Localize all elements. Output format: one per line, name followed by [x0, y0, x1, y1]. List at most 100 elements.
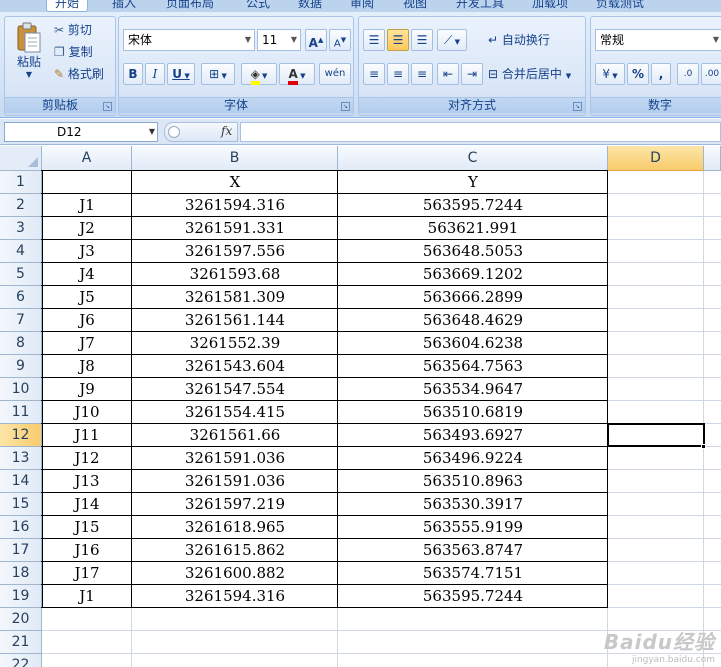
- align-middle-button[interactable]: ☰: [387, 29, 409, 51]
- cell-a13[interactable]: J12: [42, 447, 132, 470]
- cell-b3[interactable]: 3261591.331: [132, 217, 338, 240]
- row-header-5[interactable]: 5: [0, 263, 42, 286]
- format-painter-button[interactable]: ✎ 格式刷: [53, 63, 115, 83]
- borders-button[interactable]: ⊞ ▼: [201, 63, 235, 85]
- row-header-2[interactable]: 2: [0, 194, 42, 217]
- cell-a7[interactable]: J6: [42, 309, 132, 332]
- fill-color-button[interactable]: ◈ ▼: [241, 63, 277, 85]
- row-header-13[interactable]: 13: [0, 447, 42, 470]
- cell-c12[interactable]: 563493.6927: [338, 424, 608, 447]
- cell-a14[interactable]: J13: [42, 470, 132, 493]
- align-top-button[interactable]: ☰: [363, 29, 385, 51]
- row-header-1[interactable]: 1: [0, 171, 42, 194]
- cell-c15[interactable]: 563530.3917: [338, 493, 608, 516]
- cell-a2[interactable]: J1: [42, 194, 132, 217]
- cell-c14[interactable]: 563510.8963: [338, 470, 608, 493]
- align-bottom-button[interactable]: ☰: [411, 29, 433, 51]
- tab-insert[interactable]: 插入: [112, 0, 136, 12]
- shrink-font-button[interactable]: A▼: [329, 29, 351, 51]
- cell-c19[interactable]: 563595.7244: [338, 585, 608, 608]
- row-header-22[interactable]: 22: [0, 654, 42, 667]
- underline-button[interactable]: U ▼: [167, 63, 195, 85]
- cell-a11[interactable]: J10: [42, 401, 132, 424]
- row-header-19[interactable]: 19: [0, 585, 42, 608]
- copy-button[interactable]: ❐ 复制: [53, 41, 113, 61]
- cell-b19[interactable]: 3261594.316: [132, 585, 338, 608]
- row-header-4[interactable]: 4: [0, 240, 42, 263]
- orientation-button[interactable]: ⟋ ▼: [437, 29, 467, 51]
- increase-decimal-button[interactable]: .0: [677, 63, 699, 85]
- row-header-17[interactable]: 17: [0, 539, 42, 562]
- cut-button[interactable]: ✂ 剪切: [53, 19, 113, 39]
- tab-view[interactable]: 视图: [403, 0, 427, 12]
- phonetic-guide-button[interactable]: wén: [319, 63, 351, 85]
- cell-c17[interactable]: 563563.8747: [338, 539, 608, 562]
- cell-c8[interactable]: 563604.6238: [338, 332, 608, 355]
- cell-c3[interactable]: 563621.991: [338, 217, 608, 240]
- clipboard-dialog-launcher-icon[interactable]: ↘: [103, 102, 112, 111]
- cell-c13[interactable]: 563496.9224: [338, 447, 608, 470]
- cell-b10[interactable]: 3261547.554: [132, 378, 338, 401]
- cell-c4[interactable]: 563648.5053: [338, 240, 608, 263]
- cell-a8[interactable]: J7: [42, 332, 132, 355]
- cell-b5[interactable]: 3261593.68: [132, 263, 338, 286]
- cell-a18[interactable]: J17: [42, 562, 132, 585]
- accounting-format-button[interactable]: ¥ ▼: [595, 63, 625, 85]
- row-header-3[interactable]: 3: [0, 217, 42, 240]
- row-header-10[interactable]: 10: [0, 378, 42, 401]
- insert-function-icon[interactable]: fx: [221, 124, 232, 138]
- row-header-18[interactable]: 18: [0, 562, 42, 585]
- tab-formulas[interactable]: 公式: [246, 0, 270, 12]
- cell-b11[interactable]: 3261554.415: [132, 401, 338, 424]
- row-header-14[interactable]: 14: [0, 470, 42, 493]
- cell-c5[interactable]: 563669.1202: [338, 263, 608, 286]
- tab-load-test[interactable]: 负载测试: [596, 0, 644, 12]
- cell-a17[interactable]: J16: [42, 539, 132, 562]
- cell-c16[interactable]: 563555.9199: [338, 516, 608, 539]
- decrease-decimal-button[interactable]: .00: [701, 63, 721, 85]
- cell-b7[interactable]: 3261561.144: [132, 309, 338, 332]
- column-header-b[interactable]: B: [132, 146, 338, 171]
- tab-developer[interactable]: 开发工具: [456, 0, 504, 12]
- cell-a4[interactable]: J3: [42, 240, 132, 263]
- cell-c6[interactable]: 563666.2899: [338, 286, 608, 309]
- align-center-button[interactable]: ≡: [387, 63, 409, 85]
- align-right-button[interactable]: ≡: [411, 63, 433, 85]
- tab-addins[interactable]: 加载项: [532, 0, 568, 12]
- cell-a6[interactable]: J5: [42, 286, 132, 309]
- font-size-combo[interactable]: 11 ▼: [257, 29, 301, 51]
- row-header-16[interactable]: 16: [0, 516, 42, 539]
- formula-input[interactable]: [240, 122, 721, 142]
- merge-center-button[interactable]: ⊟ 合并后居中 ▼: [487, 63, 585, 85]
- row-header-6[interactable]: 6: [0, 286, 42, 309]
- cell-b12[interactable]: 3261561.66: [132, 424, 338, 447]
- comma-style-button[interactable]: ,: [651, 63, 671, 85]
- column-header-d[interactable]: D: [608, 146, 704, 171]
- cell-b15[interactable]: 3261597.219: [132, 493, 338, 516]
- cell-b1[interactable]: X: [132, 171, 338, 194]
- font-color-button[interactable]: A ▼: [279, 63, 315, 85]
- cell-b8[interactable]: 3261552.39: [132, 332, 338, 355]
- name-box[interactable]: D12 ▼: [4, 122, 158, 142]
- cell-a5[interactable]: J4: [42, 263, 132, 286]
- cell-a15[interactable]: J14: [42, 493, 132, 516]
- paste-button[interactable]: 粘贴 ▼: [9, 19, 49, 93]
- italic-button[interactable]: I: [145, 63, 165, 85]
- cell-b17[interactable]: 3261615.862: [132, 539, 338, 562]
- cell-a12[interactable]: J11: [42, 424, 132, 447]
- cell-b13[interactable]: 3261591.036: [132, 447, 338, 470]
- cell-c9[interactable]: 563564.7563: [338, 355, 608, 378]
- cell-b9[interactable]: 3261543.604: [132, 355, 338, 378]
- cell-c11[interactable]: 563510.6819: [338, 401, 608, 424]
- increase-indent-button[interactable]: ⇥: [461, 63, 483, 85]
- row-header-11[interactable]: 11: [0, 401, 42, 424]
- cell-a3[interactable]: J2: [42, 217, 132, 240]
- cell-b2[interactable]: 3261594.316: [132, 194, 338, 217]
- cell-a19[interactable]: J1: [42, 585, 132, 608]
- fill-handle[interactable]: [701, 444, 706, 449]
- cell-c2[interactable]: 563595.7244: [338, 194, 608, 217]
- cell-c7[interactable]: 563648.4629: [338, 309, 608, 332]
- bold-button[interactable]: B: [123, 63, 143, 85]
- row-header-12[interactable]: 12: [0, 424, 42, 447]
- cell-a16[interactable]: J15: [42, 516, 132, 539]
